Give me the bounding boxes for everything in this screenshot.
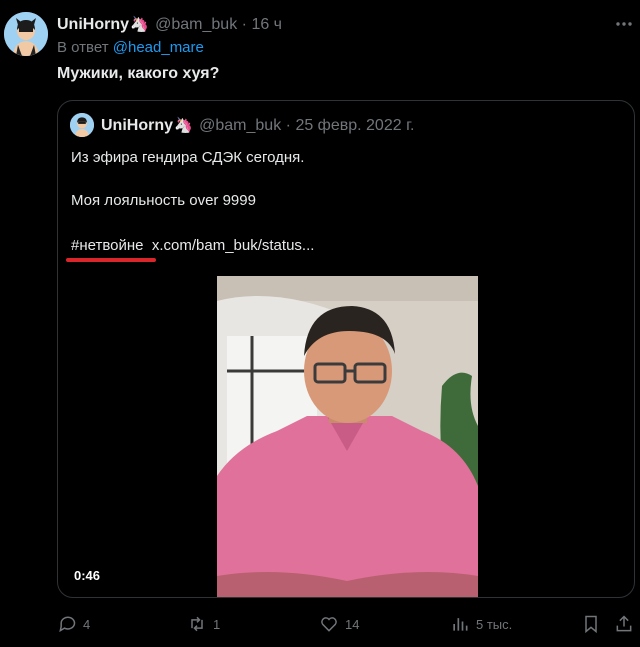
post-header: UniHorny🦄 @bam_buk · 16 ч: [57, 15, 282, 34]
quote-date[interactable]: 25 февр. 2022 г.: [295, 117, 414, 134]
reply-prefix: В ответ: [57, 39, 109, 56]
avatar[interactable]: [4, 12, 48, 56]
quote-header: UniHorny🦄 @bam_buk · 25 февр. 2022 г.: [101, 116, 414, 135]
display-name[interactable]: UniHorny: [57, 16, 129, 33]
video-duration: 0:46: [74, 568, 101, 583]
post-text: Мужики, какого хуя?: [57, 65, 220, 82]
reply-to-link[interactable]: @head_mare: [113, 39, 204, 56]
separator: ·: [241, 16, 247, 33]
action-bar: 4 1 14 5 тыс.: [0, 614, 640, 638]
quote-line-1: Из эфира гендира СДЭК сегодня.: [71, 149, 305, 166]
repost-count: 1: [213, 616, 221, 632]
reply-count: 4: [83, 616, 91, 632]
quote-display-name[interactable]: UniHorny: [101, 117, 173, 134]
share-icon[interactable]: [614, 614, 634, 634]
timestamp[interactable]: 16 ч: [251, 16, 282, 33]
like-icon: [321, 617, 337, 632]
views-icon: [453, 618, 468, 631]
unicorn-emoji: 🦄: [174, 117, 193, 134]
views-count: 5 тыс.: [476, 616, 513, 632]
video-player[interactable]: [217, 276, 478, 597]
quote-link[interactable]: x.com/bam_buk/status...: [152, 237, 315, 254]
reply-context: В ответ @head_mare: [57, 39, 204, 56]
repost-button[interactable]: 1: [187, 614, 220, 634]
hashtag[interactable]: #нетвойне: [71, 237, 144, 254]
views-button[interactable]: 5 тыс.: [450, 614, 512, 634]
quote-separator: ·: [285, 117, 291, 134]
quote-avatar[interactable]: [70, 113, 94, 137]
repost-icon: [191, 616, 203, 632]
bookmark-icon[interactable]: [581, 614, 601, 634]
handle[interactable]: @bam_buk: [155, 16, 237, 33]
quote-line-2: Моя лояльность over 9999: [71, 192, 256, 209]
annotation-underline: [66, 258, 156, 262]
quote-line-3: #нетвойне x.com/bam_buk/status...: [71, 237, 314, 254]
reply-icon: [59, 616, 76, 633]
quote-handle[interactable]: @bam_buk: [199, 117, 281, 134]
like-count: 14: [345, 616, 360, 632]
unicorn-emoji: 🦄: [130, 16, 149, 33]
reply-button[interactable]: 4: [57, 614, 90, 634]
more-icon[interactable]: [614, 16, 634, 32]
quoted-post[interactable]: UniHorny🦄 @bam_buk · 25 февр. 2022 г. Из…: [57, 100, 635, 598]
like-button[interactable]: 14: [319, 614, 359, 634]
